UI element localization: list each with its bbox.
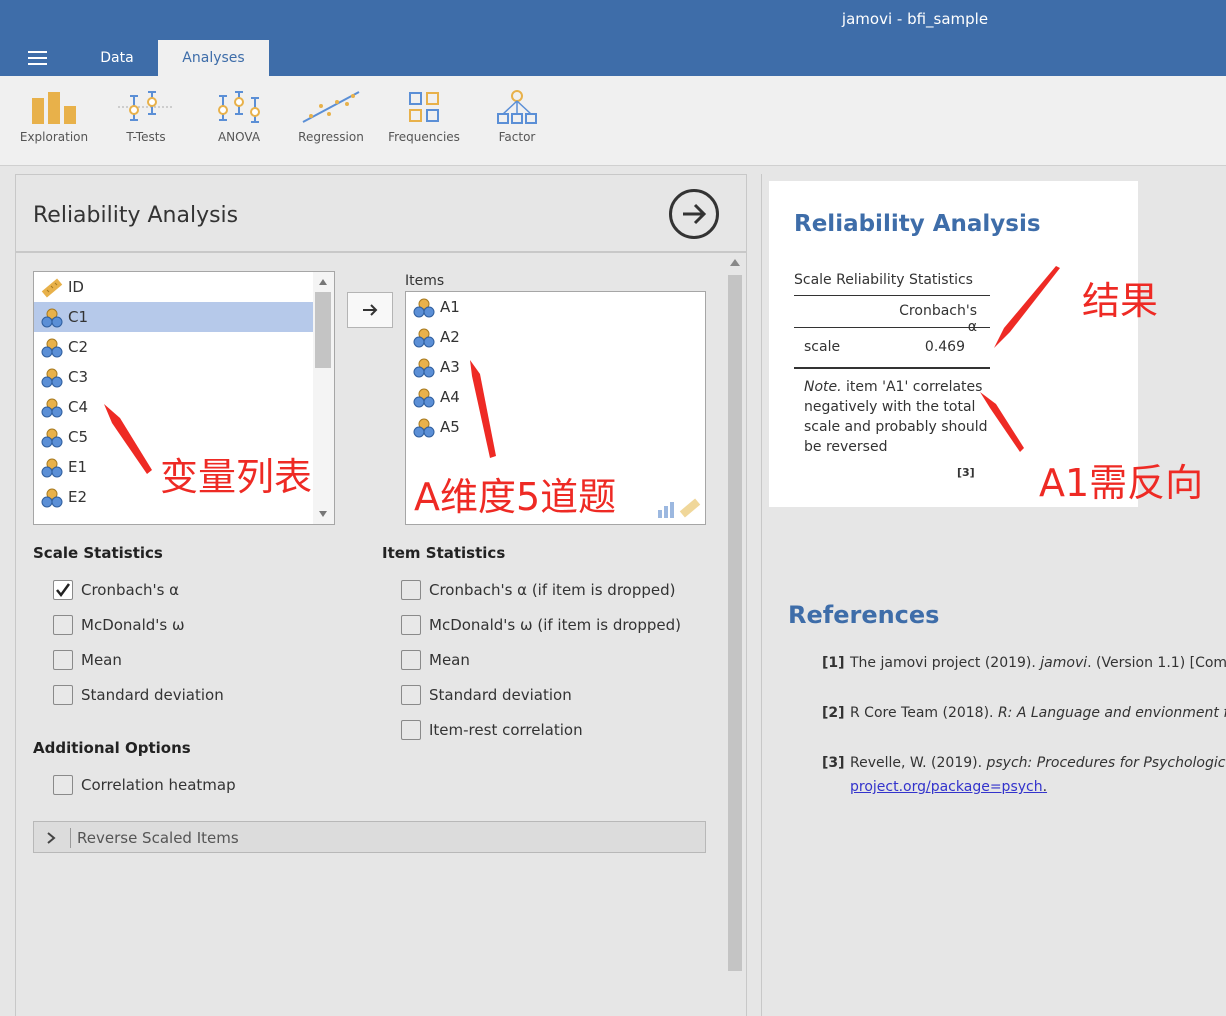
- annotation-reverse: A1需反向: [1039, 461, 1204, 505]
- annotation-arrow: [470, 360, 496, 458]
- annotation-arrow: [980, 392, 1024, 452]
- annotation-variable-list: 变量列表: [160, 455, 313, 499]
- annotation-items: A维度5道题: [414, 475, 617, 519]
- annotation-result: 结果: [1082, 279, 1159, 323]
- annotation-arrow: [104, 404, 152, 474]
- annotation-arrow: [994, 266, 1060, 348]
